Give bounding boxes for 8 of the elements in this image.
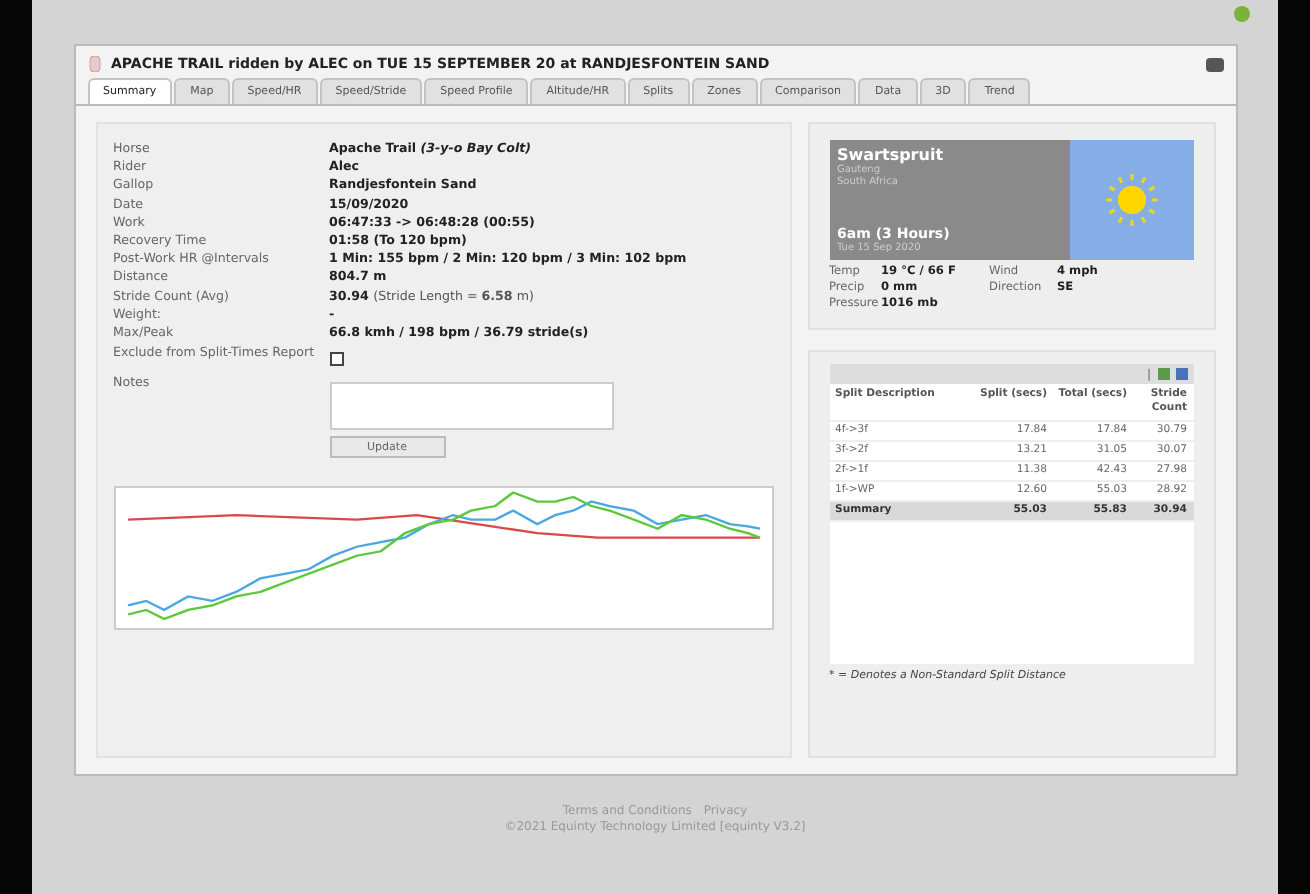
close-button[interactable] [1205,57,1223,71]
sun-icon [1101,170,1161,230]
notes-field[interactable] [329,382,613,431]
status-icon [1234,6,1250,22]
spreadsheet-icon[interactable] [1157,368,1169,380]
place-name: Swartspruit [837,146,946,164]
checkbox[interactable] [329,352,343,367]
document-icon[interactable] [1175,368,1187,380]
